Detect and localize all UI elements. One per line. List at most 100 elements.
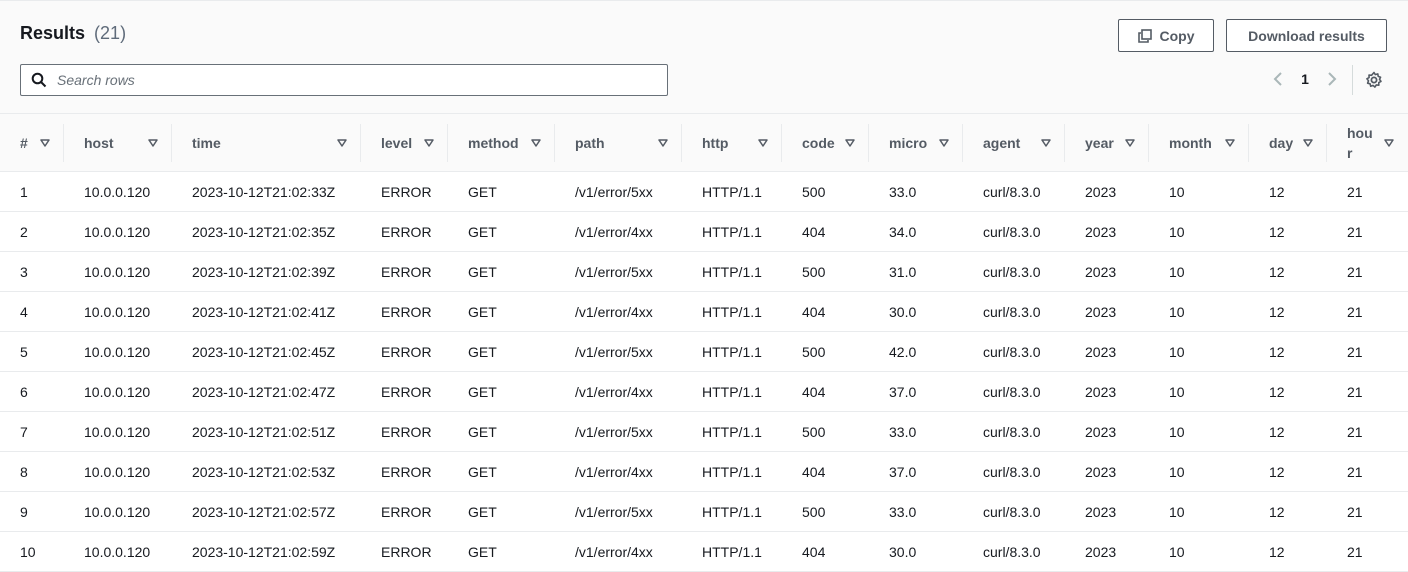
table-row: 7 10.0.0.120 2023-10-12T21:02:51Z ERROR GET /… [0, 412, 1408, 452]
table-cell-month: 10 [1169, 303, 1185, 320]
search-input[interactable] [55, 71, 619, 89]
column-header-code[interactable]: code [782, 114, 869, 172]
caret-down-icon [1125, 138, 1135, 147]
table-cell-hour: 21 [1347, 503, 1363, 520]
table-cell-method: GET [468, 423, 497, 440]
table-cell-path: /v1/error/5xx [575, 263, 653, 280]
table-cell-method: GET [468, 223, 497, 240]
column-header-agent[interactable]: agent [963, 114, 1065, 172]
table-row: 1 10.0.0.120 2023-10-12T21:02:33Z ERROR GET /… [0, 172, 1408, 212]
column-header-micro[interactable]: micro [869, 114, 963, 172]
table-cell-time: 2023-10-12T21:02:45Z [192, 343, 336, 360]
column-header-hour[interactable]: hour [1327, 114, 1408, 172]
table-row: 6 10.0.0.120 2023-10-12T21:02:47Z ERROR GET /… [0, 372, 1408, 412]
results-title: Results (21) [20, 23, 126, 44]
gear-icon[interactable] [1364, 70, 1384, 90]
table-cell-code: 500 [802, 503, 826, 520]
table-cell-time: 2023-10-12T21:02:57Z [192, 503, 336, 520]
table-cell-hour: 21 [1347, 383, 1363, 400]
table-cell-micro: 33.0 [889, 503, 917, 520]
table-cell-agent: curl/8.3.0 [983, 383, 1041, 400]
table-cell-level: ERROR [381, 463, 432, 480]
caret-down-icon [424, 138, 434, 147]
table-cell-code: 500 [802, 183, 826, 200]
column-header-host[interactable]: host [64, 114, 172, 172]
table-cell-path: /v1/error/5xx [575, 183, 653, 200]
table-cell-year: 2023 [1085, 303, 1117, 320]
copy-button[interactable]: Copy [1118, 19, 1214, 52]
table-cell-day: 12 [1269, 263, 1285, 280]
table-cell-agent: curl/8.3.0 [983, 463, 1041, 480]
table-cell-agent: curl/8.3.0 [983, 543, 1041, 560]
table-cell-host: 10.0.0.120 [84, 383, 151, 400]
table-cell-level: ERROR [381, 223, 432, 240]
column-header-level[interactable]: level [361, 114, 448, 172]
column-header-http[interactable]: http [682, 114, 782, 172]
table-row: 3 10.0.0.120 2023-10-12T21:02:39Z ERROR GET /… [0, 252, 1408, 292]
column-header-day[interactable]: day [1249, 114, 1327, 172]
table-cell-month: 10 [1169, 383, 1185, 400]
results-count: (21) [94, 23, 127, 43]
table-cell-agent: curl/8.3.0 [983, 303, 1041, 320]
table-cell-http: HTTP/1.1 [702, 263, 762, 280]
table-row: 8 10.0.0.120 2023-10-12T21:02:53Z ERROR GET /… [0, 452, 1408, 492]
table-cell-host: 10.0.0.120 [84, 543, 151, 560]
download-results-button[interactable]: Download results [1226, 19, 1387, 52]
table-cell-hour: 21 [1347, 223, 1363, 240]
column-header-time[interactable]: time [172, 114, 361, 172]
table-row: 2 10.0.0.120 2023-10-12T21:02:35Z ERROR GET /… [0, 212, 1408, 252]
table-cell-hour: 21 [1347, 263, 1363, 280]
table-cell-path: /v1/error/4xx [575, 463, 653, 480]
caret-down-icon [658, 138, 668, 147]
table-cell-host: 10.0.0.120 [84, 423, 151, 440]
table-cell-index: 10 [20, 543, 36, 560]
chevron-right-icon[interactable] [1322, 69, 1342, 89]
column-header-index[interactable]: # [0, 114, 64, 172]
table-cell-micro: 37.0 [889, 383, 917, 400]
table-cell-time: 2023-10-12T21:02:33Z [192, 183, 336, 200]
table-cell-month: 10 [1169, 183, 1185, 200]
table-cell-agent: curl/8.3.0 [983, 183, 1041, 200]
caret-down-icon [531, 138, 541, 147]
table-cell-time: 2023-10-12T21:02:35Z [192, 223, 336, 240]
table-cell-day: 12 [1269, 383, 1285, 400]
table-header-row: # host time level method path http code … [0, 113, 1408, 172]
table-cell-year: 2023 [1085, 463, 1117, 480]
caret-down-icon [1041, 138, 1051, 147]
table-cell-hour: 21 [1347, 543, 1363, 560]
table-cell-path: /v1/error/4xx [575, 223, 653, 240]
column-header-month[interactable]: month [1149, 114, 1249, 172]
table-cell-index: 4 [20, 303, 28, 320]
column-header-method[interactable]: method [448, 114, 555, 172]
caret-down-icon [758, 138, 768, 147]
current-page[interactable]: 1 [1288, 71, 1322, 87]
table-cell-month: 10 [1169, 263, 1185, 280]
table-cell-day: 12 [1269, 183, 1285, 200]
table-cell-time: 2023-10-12T21:02:41Z [192, 303, 336, 320]
table-cell-host: 10.0.0.120 [84, 463, 151, 480]
table-cell-method: GET [468, 503, 497, 520]
table-row: 4 10.0.0.120 2023-10-12T21:02:41Z ERROR GET /… [0, 292, 1408, 332]
column-header-label: month [1169, 134, 1212, 151]
table-cell-method: GET [468, 303, 497, 320]
table-cell-index: 8 [20, 463, 28, 480]
chevron-left-icon[interactable] [1268, 69, 1288, 89]
table-cell-day: 12 [1269, 303, 1285, 320]
table-cell-method: GET [468, 263, 497, 280]
toolbar-divider [1352, 65, 1353, 95]
table-cell-method: GET [468, 463, 497, 480]
column-header-path[interactable]: path [555, 114, 682, 172]
table-cell-time: 2023-10-12T21:02:53Z [192, 463, 336, 480]
column-header-year[interactable]: year [1065, 114, 1149, 172]
table-cell-host: 10.0.0.120 [84, 263, 151, 280]
table-cell-http: HTTP/1.1 [702, 303, 762, 320]
table-cell-month: 10 [1169, 463, 1185, 480]
caret-down-icon [1303, 138, 1313, 147]
table-cell-path: /v1/error/5xx [575, 503, 653, 520]
table-body: 1 10.0.0.120 2023-10-12T21:02:33Z ERROR GET /… [0, 172, 1408, 572]
table-cell-host: 10.0.0.120 [84, 183, 151, 200]
table-cell-method: GET [468, 183, 497, 200]
table-cell-hour: 21 [1347, 463, 1363, 480]
caret-down-icon [845, 138, 855, 147]
search-icon [31, 72, 47, 88]
